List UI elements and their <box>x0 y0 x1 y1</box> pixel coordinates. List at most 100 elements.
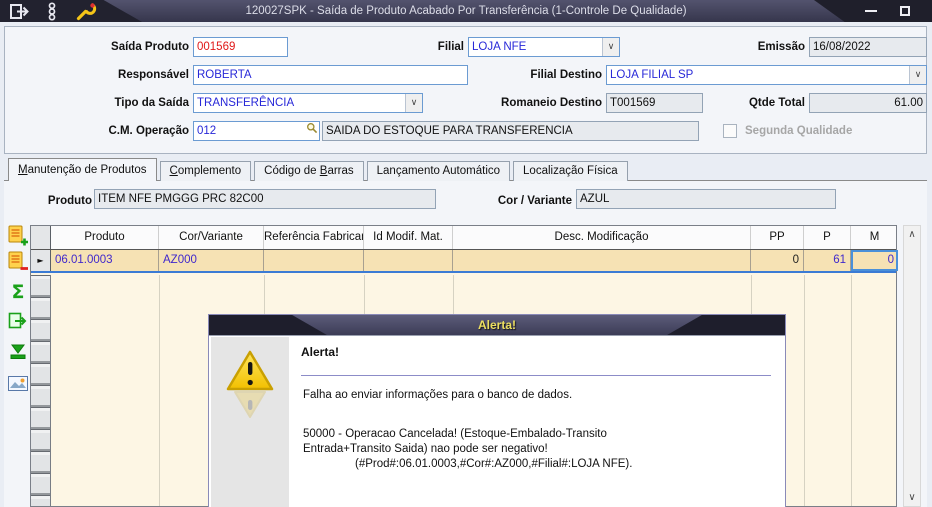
tipo-da-saida-dropdown[interactable]: TRANSFERÊNCIA ∨ <box>193 93 423 113</box>
alert-dialog-body: Alerta! Falha ao enviar informações para… <box>209 337 785 507</box>
warning-icon-reflection <box>234 391 266 418</box>
chevron-glyph: ∨ <box>607 41 615 52</box>
move-down-button[interactable] <box>5 339 31 365</box>
column-header-p: P <box>804 226 851 249</box>
add-row-button[interactable] <box>5 223 31 249</box>
window-titlebar[interactable]: 120027SPK - Saída de Produto Acabado Por… <box>0 0 932 22</box>
alert-message-area: Alerta! Falha ao enviar informações para… <box>301 337 777 507</box>
grid-gutter-column <box>31 275 51 506</box>
minimize-button[interactable] <box>856 0 886 22</box>
produto-field: ITEM NFE PMGGG PRC 82C00 <box>94 189 436 209</box>
alert-dialog: Alerta! Alerta! Falha ao enviar informaç… <box>208 314 786 507</box>
filial-value: LOJA NFE <box>472 41 527 53</box>
cor-variante-field: AZUL <box>576 189 836 209</box>
current-row-marker-icon: ► <box>37 256 44 265</box>
qtde-total-label: Qtde Total <box>748 97 805 109</box>
magnifier-icon[interactable] <box>306 122 318 140</box>
image-button[interactable] <box>5 371 31 397</box>
column-header-m: M <box>869 231 880 243</box>
exit-icon[interactable] <box>6 2 34 20</box>
cell-produto[interactable]: 06.01.0003 <box>51 250 159 271</box>
traffic-light-icon[interactable] <box>38 1 66 21</box>
grid-vertical-scrollbar[interactable]: ∧ ∨ <box>903 225 921 507</box>
grid-header-row: Produto Cor/Variante Referência Fabrican… <box>31 226 896 250</box>
cm-operacao-description-field: SAIDA DO ESTOQUE PARA TRANSFERENCIA <box>322 121 699 141</box>
filial-destino-dropdown[interactable]: LOJA FILIAL SP ∨ <box>606 65 927 85</box>
tab-label-accesskey: M <box>18 164 28 176</box>
cm-operacao-field[interactable]: 012 <box>193 121 320 141</box>
tab-label: anutenção de Produtos <box>27 164 147 176</box>
saida-produto-label: Saída Produto <box>111 41 189 53</box>
column-header-cor-variante: Cor/Variante <box>159 226 264 249</box>
grid-column-divider <box>851 275 852 506</box>
scroll-down-button[interactable]: ∨ <box>904 489 920 506</box>
alert-heading: Alerta! <box>301 345 340 359</box>
romaneio-destino-label: Romaneio Destino <box>501 97 602 109</box>
chevron-down-icon: ∨ <box>908 491 916 503</box>
add-row-icon <box>8 225 28 246</box>
window-title: 120027SPK - Saída de Produto Acabado Por… <box>245 5 687 17</box>
maximize-icon <box>900 6 910 16</box>
alert-message-line: (#Prod#:06.01.0003,#Cor#:AZ000,#Filial#:… <box>355 458 633 470</box>
column-header-produto: Produto <box>51 226 159 249</box>
cell-cor-variante[interactable]: AZ000 <box>159 250 264 271</box>
grid-gutter-header <box>31 226 51 249</box>
tab-label-accesskey: C <box>169 165 178 177</box>
romaneio-destino-field: T001569 <box>606 93 703 113</box>
emissao-field: 16/08/2022 <box>809 37 927 57</box>
wrench-icon[interactable] <box>72 2 100 20</box>
cell-m[interactable]: 0 <box>851 250 898 271</box>
filial-dropdown[interactable]: LOJA NFE ∨ <box>468 37 620 57</box>
tab-manutencao-de-produtos[interactable]: Manutenção de Produtos <box>8 158 157 181</box>
app-window: 120027SPK - Saída de Produto Acabado Por… <box>0 0 932 507</box>
tab-label: Lançamento Automático <box>376 165 501 177</box>
tab-bar: Manutenção de Produtos Complemento Códig… <box>4 158 928 181</box>
segunda-qualidade-checkbox[interactable] <box>723 124 737 138</box>
alert-icon-panel <box>211 337 289 507</box>
responsavel-field[interactable]: ROBERTA <box>193 65 468 85</box>
alert-dialog-titlebar[interactable]: Alerta! <box>209 315 785 336</box>
chevron-down-icon[interactable]: ∨ <box>909 66 926 84</box>
delete-row-button[interactable] <box>5 249 31 275</box>
cor-variante-label: Cor / Variante <box>497 195 572 207</box>
saida-produto-field[interactable]: 001569 <box>193 37 288 57</box>
sum-button[interactable]: Σ <box>5 279 31 305</box>
column-header-id-modif: Id Modif. Mat. <box>364 226 453 249</box>
grid-row[interactable]: ► 06.01.0003 AZ000 0 61 0 <box>31 250 896 273</box>
emissao-label: Emissão <box>757 41 805 53</box>
grid-column-divider <box>804 275 805 506</box>
chevron-down-icon[interactable]: ∨ <box>405 94 422 112</box>
maximize-button[interactable] <box>890 0 920 22</box>
tab-localizacao-fisica[interactable]: Localização Física <box>513 161 628 181</box>
chevron-down-icon[interactable]: ∨ <box>602 38 619 56</box>
scroll-up-button[interactable]: ∧ <box>904 226 920 243</box>
tab-label: omplemento <box>177 165 242 177</box>
export-grid-icon <box>8 312 27 329</box>
filial-label: Filial <box>437 41 464 53</box>
alert-dialog-title: Alerta! <box>477 318 516 332</box>
filial-destino-label: Filial Destino <box>530 69 602 81</box>
tipo-da-saida-value: TRANSFERÊNCIA <box>197 97 295 109</box>
column-header-desc-modificacao: Desc. Modificação <box>453 226 751 249</box>
cell-p[interactable]: 61 <box>804 250 851 271</box>
header-form-panel: Saída Produto 001569 Filial LOJA NFE ∨ E… <box>4 26 927 154</box>
image-icon <box>8 376 28 391</box>
cell-desc-modificacao[interactable] <box>453 250 751 271</box>
cell-referencia[interactable] <box>264 250 364 271</box>
chevron-up-icon: ∧ <box>908 228 916 240</box>
cm-operacao-label: C.M. Operação <box>108 125 189 137</box>
alert-message-line: Falha ao enviar informações para o banco… <box>303 389 573 401</box>
divider <box>301 375 771 376</box>
alert-message-line: Entrada+Transito Saida) nao pode ser neg… <box>303 443 548 455</box>
tab-lancamento-automatico[interactable]: Lançamento Automático <box>366 161 511 181</box>
column-header-referencia: Referência Fabricante <box>264 226 364 249</box>
export-grid-button[interactable] <box>5 309 31 335</box>
tab-codigo-de-barras[interactable]: Código de Barras <box>254 161 364 181</box>
responsavel-label: Responsável <box>118 69 189 81</box>
delete-row-icon <box>8 251 28 270</box>
tab-complemento[interactable]: Complemento <box>159 161 252 181</box>
column-header-pp: PP <box>751 226 804 249</box>
cell-pp[interactable]: 0 <box>751 250 804 271</box>
cell-id-modif[interactable] <box>364 250 453 271</box>
row-selector-cell[interactable]: ► <box>31 250 51 271</box>
